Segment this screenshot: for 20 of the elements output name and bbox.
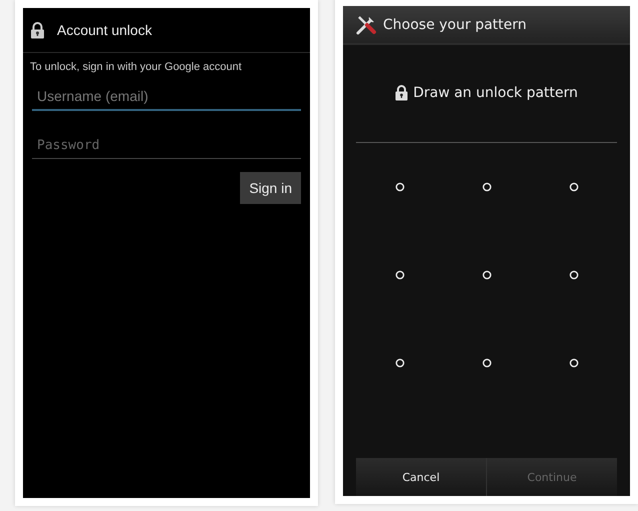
pattern-dot[interactable] — [394, 182, 404, 192]
dialog-title: Account unlock — [57, 22, 152, 38]
pattern-dot[interactable] — [482, 270, 492, 280]
pattern-dot[interactable] — [482, 358, 492, 368]
username-field[interactable]: Username (email) — [32, 83, 301, 111]
pattern-dot[interactable] — [568, 270, 578, 280]
screen-title: Choose your pattern — [383, 16, 527, 32]
lock-icon — [395, 85, 408, 101]
instruction-text: To unlock, sign in with your Google account — [30, 61, 243, 73]
pattern-prompt: Draw an unlock pattern — [413, 85, 578, 101]
pattern-dot[interactable] — [394, 358, 404, 368]
cancel-button[interactable]: Cancel — [356, 458, 487, 496]
password-field[interactable]: Password — [32, 132, 301, 159]
pattern-dot[interactable] — [394, 270, 404, 280]
pattern-dot[interactable] — [568, 358, 578, 368]
pattern-dot[interactable] — [568, 182, 578, 192]
pattern-dot[interactable] — [482, 182, 492, 192]
lock-icon — [30, 22, 45, 38]
sign-in-button[interactable]: Sign in — [240, 172, 301, 204]
tools-icon — [355, 14, 377, 36]
